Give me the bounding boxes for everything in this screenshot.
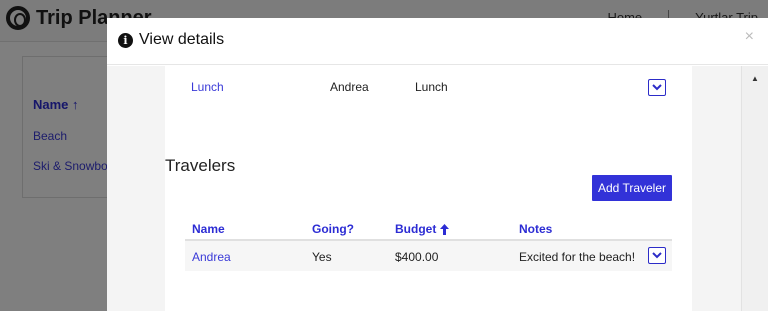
activity-row-menu-button[interactable] — [648, 79, 666, 96]
info-icon: i — [118, 32, 133, 48]
column-header-budget[interactable]: Budget — [395, 222, 450, 236]
activity-type: Lunch — [415, 80, 448, 94]
scroll-up-arrow-icon[interactable]: ▲ — [751, 74, 759, 83]
traveler-notes: Excited for the beach! — [519, 250, 636, 264]
column-header-name[interactable]: Name — [192, 222, 225, 236]
column-header-budget-label: Budget — [395, 222, 437, 236]
activity-row: Lunch Andrea Lunch — [165, 66, 692, 106]
modal-title: i View details — [118, 31, 224, 49]
sort-ascending-icon — [440, 223, 450, 235]
details-card: Lunch Andrea Lunch Travelers Add Travele… — [165, 66, 692, 311]
modal-body: Lunch Andrea Lunch Travelers Add Travele… — [107, 66, 741, 311]
travelers-table: Name Going? Budget Notes Andrea Yes $400… — [185, 216, 672, 271]
close-button[interactable]: × — [745, 28, 754, 46]
table-row: Andrea Yes $400.00 Excited for the beach… — [185, 241, 672, 271]
add-traveler-button[interactable]: Add Traveler — [592, 175, 672, 201]
traveler-budget: $400.00 — [395, 250, 439, 264]
column-header-notes[interactable]: Notes — [519, 222, 552, 236]
traveler-going: Yes — [312, 250, 332, 264]
modal-title-text: View details — [139, 31, 225, 48]
modal-header: i View details × — [107, 18, 768, 65]
traveler-name-link[interactable]: Andrea — [192, 250, 231, 264]
traveler-row-menu-button[interactable] — [648, 247, 666, 264]
chevron-down-icon — [652, 84, 662, 91]
view-details-modal: i View details × Lunch Andrea Lunch Trav… — [107, 18, 768, 311]
table-header-row: Name Going? Budget Notes — [185, 216, 672, 241]
activity-name-link[interactable]: Lunch — [191, 80, 224, 94]
chevron-down-icon — [652, 252, 662, 259]
modal-scrollbar[interactable]: ▲ — [741, 66, 768, 311]
travelers-heading: Travelers — [165, 156, 236, 175]
column-header-going[interactable]: Going? — [312, 222, 354, 236]
activity-person: Andrea — [330, 80, 369, 94]
